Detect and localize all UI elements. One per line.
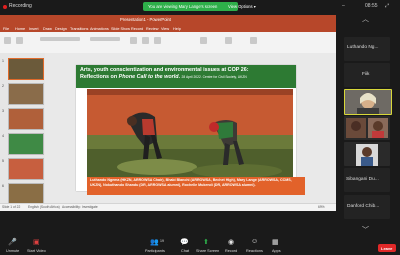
- slide-title-italic: Phone Call to the world: [118, 74, 179, 80]
- shapes-icon[interactable]: [130, 37, 137, 44]
- participant-video: [344, 116, 390, 140]
- thumbnail-number: 2: [2, 84, 4, 88]
- participant-name: Luthando Ng...: [347, 45, 379, 50]
- chat-label[interactable]: Chat: [181, 249, 189, 253]
- slide-photo: [87, 89, 293, 181]
- slide-title-suffix: .: [178, 74, 181, 80]
- thumbnail-number: 1: [2, 59, 4, 63]
- slide-caption: Luthando Ngema (HKZN, ARROWSA Chair), Bh…: [90, 178, 292, 187]
- tab-slide-show[interactable]: Slide Show: [111, 27, 130, 31]
- thumbnail-number: 5: [2, 159, 4, 163]
- slide-thumbnail[interactable]: [8, 183, 44, 205]
- record-icon[interactable]: ◉: [228, 238, 234, 246]
- view-options-button[interactable]: View Options ▾: [228, 4, 256, 9]
- participants-label[interactable]: Participants: [145, 249, 165, 253]
- new-slide-icon[interactable]: [16, 37, 23, 44]
- chevron-down-icon: ▾: [253, 3, 256, 9]
- video-off-icon[interactable]: ▣: [33, 238, 40, 246]
- share-banner-text: You are viewing Mary Lange's screen: [148, 3, 218, 9]
- apps-label[interactable]: Apps: [272, 249, 281, 253]
- tab-design[interactable]: Design: [55, 27, 67, 31]
- ppt-ribbon: [0, 32, 336, 54]
- status-slide-count: Slide 1 of 22: [2, 205, 21, 209]
- tab-record[interactable]: Record: [131, 27, 143, 31]
- fullscreen-icon[interactable]: ⤢: [385, 3, 389, 9]
- tab-insert[interactable]: Insert: [29, 27, 39, 31]
- status-accessibility[interactable]: Accessibility: Investigate: [62, 205, 98, 209]
- tab-draw[interactable]: Draw: [43, 27, 52, 31]
- paragraph-box[interactable]: [90, 37, 120, 41]
- thumbnail-number: 4: [2, 134, 4, 138]
- participant-tile[interactable]: [344, 116, 390, 140]
- share-screen-label[interactable]: Share Screen: [196, 249, 219, 253]
- recording-label[interactable]: Recording: [9, 3, 32, 9]
- apps-icon[interactable]: ▦: [272, 238, 279, 246]
- record-label[interactable]: Record: [225, 249, 237, 253]
- reactions-label[interactable]: Reactions: [246, 249, 263, 253]
- participant-tile[interactable]: [344, 142, 390, 166]
- microphone-muted-icon[interactable]: 🎤: [8, 238, 17, 246]
- slide-photo-image: [87, 89, 293, 181]
- participant-name: Sibangani Du...: [346, 177, 379, 182]
- participants-count: 19: [160, 239, 164, 243]
- share-screen-icon[interactable]: ⬆: [203, 238, 209, 246]
- status-language: English (South Africa): [28, 205, 60, 209]
- slide-title: Arts, youth conscientization and environ…: [80, 67, 294, 81]
- paste-icon[interactable]: [4, 37, 11, 44]
- thumbnail-number: 3: [2, 109, 4, 113]
- chevron-down-icon[interactable]: ﹀: [362, 225, 369, 235]
- reactions-icon[interactable]: ☺: [251, 238, 258, 245]
- font-box[interactable]: [40, 37, 80, 41]
- participant-video: [344, 142, 390, 166]
- recording-icon: [3, 5, 7, 9]
- slide-thumbnail[interactable]: [8, 133, 44, 155]
- start-video-label[interactable]: Start Video: [27, 249, 46, 253]
- slide-thumbnail[interactable]: [8, 158, 44, 180]
- minimize-icon[interactable]: –: [342, 3, 345, 9]
- participant-video: [345, 90, 391, 114]
- tab-help[interactable]: Help: [173, 27, 181, 31]
- participant-tile[interactable]: [344, 89, 392, 115]
- slide-title-line1: Arts, youth conscientization and environ…: [80, 67, 249, 73]
- slide-thumbnail[interactable]: [8, 108, 44, 130]
- ppt-window-title: Presentation1 - PowerPoint: [120, 17, 171, 22]
- tab-view[interactable]: View: [161, 27, 169, 31]
- chat-icon[interactable]: 💬: [180, 238, 189, 246]
- dictate-icon[interactable]: [225, 37, 232, 44]
- status-zoom[interactable]: 69%: [318, 205, 325, 209]
- slide-thumbnail[interactable]: [8, 83, 44, 105]
- designer-icon[interactable]: [250, 37, 257, 44]
- unmute-label[interactable]: Unmute: [6, 249, 19, 253]
- slide-date: 28 April 2022. Centre for Civil Society,…: [181, 75, 247, 79]
- thumbnail-number: 6: [2, 184, 4, 188]
- leave-label: Leave: [381, 245, 393, 251]
- chevron-up-icon[interactable]: ︿: [362, 14, 369, 24]
- arrange-icon[interactable]: [142, 37, 149, 44]
- tab-transitions[interactable]: Transitions: [70, 27, 88, 31]
- tab-animations[interactable]: Animations: [90, 27, 109, 31]
- participant-name: Danford Chib...: [347, 204, 380, 209]
- quick-styles-icon[interactable]: [154, 37, 161, 44]
- participant-name: Fiik: [362, 72, 370, 77]
- clock: 08:55: [365, 3, 378, 9]
- view-options-label: View Options: [228, 3, 253, 9]
- slide-title-prefix: Reflections on: [80, 74, 119, 80]
- slide-thumbnail[interactable]: [8, 58, 44, 80]
- tab-file[interactable]: File: [3, 27, 9, 31]
- tab-home[interactable]: Home: [15, 27, 25, 31]
- tab-review[interactable]: Review: [146, 27, 158, 31]
- find-icon[interactable]: [200, 37, 207, 44]
- participants-icon[interactable]: 👥: [150, 238, 159, 246]
